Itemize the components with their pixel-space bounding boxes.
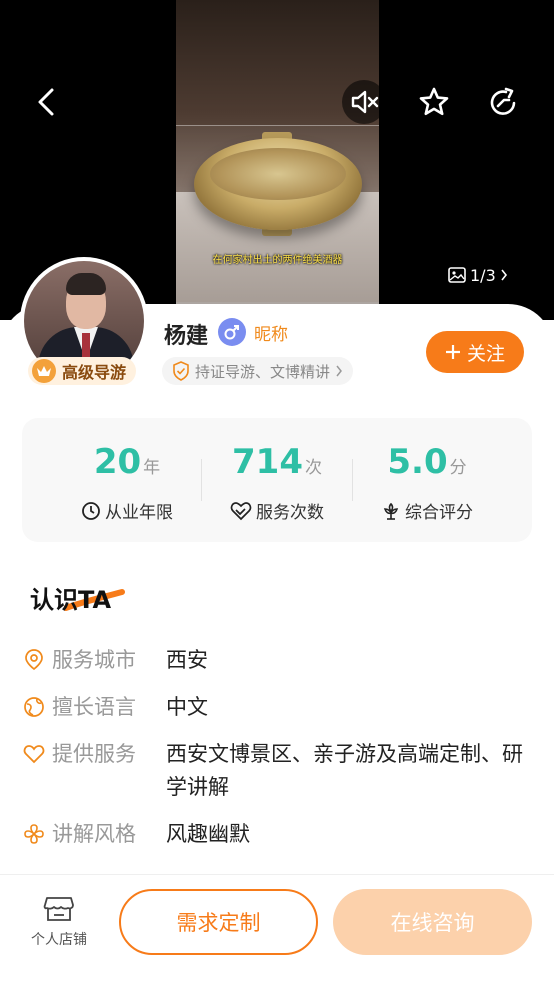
stats-panel: 20 年 从业年限 714 次 服务次数 5.0 分 综合评分 (22, 418, 532, 542)
stat-years: 20 年 从业年限 (47, 418, 207, 542)
plus-icon (445, 345, 460, 359)
heart-icon (23, 745, 45, 764)
section-title-prefix: 认识 (30, 586, 78, 614)
handshake-heart-icon (230, 501, 252, 520)
mute-button[interactable] (342, 80, 386, 124)
crown-icon (32, 359, 56, 383)
guide-level-label: 高级导游 (62, 363, 127, 382)
certification-tags[interactable]: 持证导游、文博精讲 (162, 357, 354, 385)
info-key: 提供服务 (52, 742, 136, 766)
stat-unit: 年 (143, 458, 161, 478)
info-value: 中文 (166, 695, 208, 719)
info-row-city: 服务城市 西安 (22, 644, 542, 677)
speaker-muted-icon (351, 90, 379, 114)
info-row-language: 擅长语言 中文 (22, 691, 542, 724)
info-row-style: 讲解风格 风趣幽默 (22, 818, 542, 851)
shield-check-icon (173, 361, 189, 381)
chevron-right-icon (336, 365, 342, 377)
store-icon (43, 897, 74, 921)
clock-icon (82, 501, 100, 520)
personal-store-label: 个人店铺 (31, 932, 87, 948)
favorite-button[interactable] (412, 80, 456, 124)
chevron-left-icon (38, 88, 54, 116)
share-button[interactable] (481, 80, 525, 124)
info-key: 服务城市 (52, 648, 136, 672)
star-icon (419, 87, 449, 116)
gallery-counter[interactable]: 1/3 (448, 264, 508, 286)
video-caption: 在何家村出土的两件绝美酒器 (212, 255, 343, 266)
certification-tags-text: 持证导游、文博精讲 (195, 362, 331, 381)
info-key: 讲解风格 (52, 822, 136, 846)
bottom-action-bar: 个人店铺 需求定制 在线咨询 (0, 874, 554, 984)
online-consult-label: 在线咨询 (390, 911, 475, 935)
stat-rating: 5.0 分 综合评分 (347, 418, 507, 542)
location-pin-icon (25, 649, 43, 671)
follow-button[interactable]: 关注 (426, 331, 524, 373)
stat-value: 20 (93, 442, 142, 482)
artifact-bowl-inner (210, 148, 346, 200)
share-icon (490, 87, 516, 115)
stat-label: 服务次数 (256, 503, 324, 523)
info-row-services: 提供服务 西安文博景区、亲子游及高端定制、研学讲解 (22, 738, 542, 804)
globe-icon (24, 697, 44, 717)
personal-store-button[interactable]: 个人店铺 (24, 895, 94, 949)
back-button[interactable] (24, 80, 68, 124)
follow-label: 关注 (466, 342, 505, 365)
section-title-suffix: TA (78, 586, 112, 614)
online-consult-button[interactable]: 在线咨询 (333, 889, 532, 955)
custom-request-label: 需求定制 (176, 911, 261, 935)
stat-label: 从业年限 (105, 503, 173, 523)
stat-services: 714 次 服务次数 (197, 418, 357, 542)
gallery-counter-text: 1/3 (470, 265, 496, 285)
stat-unit: 次 (304, 458, 322, 478)
stat-label: 综合评分 (405, 503, 473, 523)
stat-unit: 分 (449, 458, 467, 478)
image-icon (448, 267, 466, 283)
male-icon (218, 318, 246, 346)
flower-icon (383, 502, 399, 520)
guide-name: 杨建 (164, 324, 209, 349)
stat-value: 714 (232, 442, 303, 482)
clover-icon (24, 824, 44, 844)
custom-request-button[interactable]: 需求定制 (119, 889, 318, 955)
info-value: 西安 (166, 648, 208, 672)
chevron-right-icon (501, 269, 507, 281)
section-title-know-ta: 认识TA (30, 580, 111, 615)
info-value: 西安文博景区、亲子游及高端定制、研学讲解 (166, 742, 523, 799)
nickname: 昵称 (254, 325, 288, 345)
video-player[interactable]: 在何家村出土的两件绝美酒器 (176, 0, 379, 320)
guide-level-badge: 高级导游 (28, 357, 137, 385)
info-value: 风趣幽默 (166, 822, 250, 846)
stat-value: 5.0 (387, 442, 448, 482)
info-key: 擅长语言 (52, 695, 136, 719)
